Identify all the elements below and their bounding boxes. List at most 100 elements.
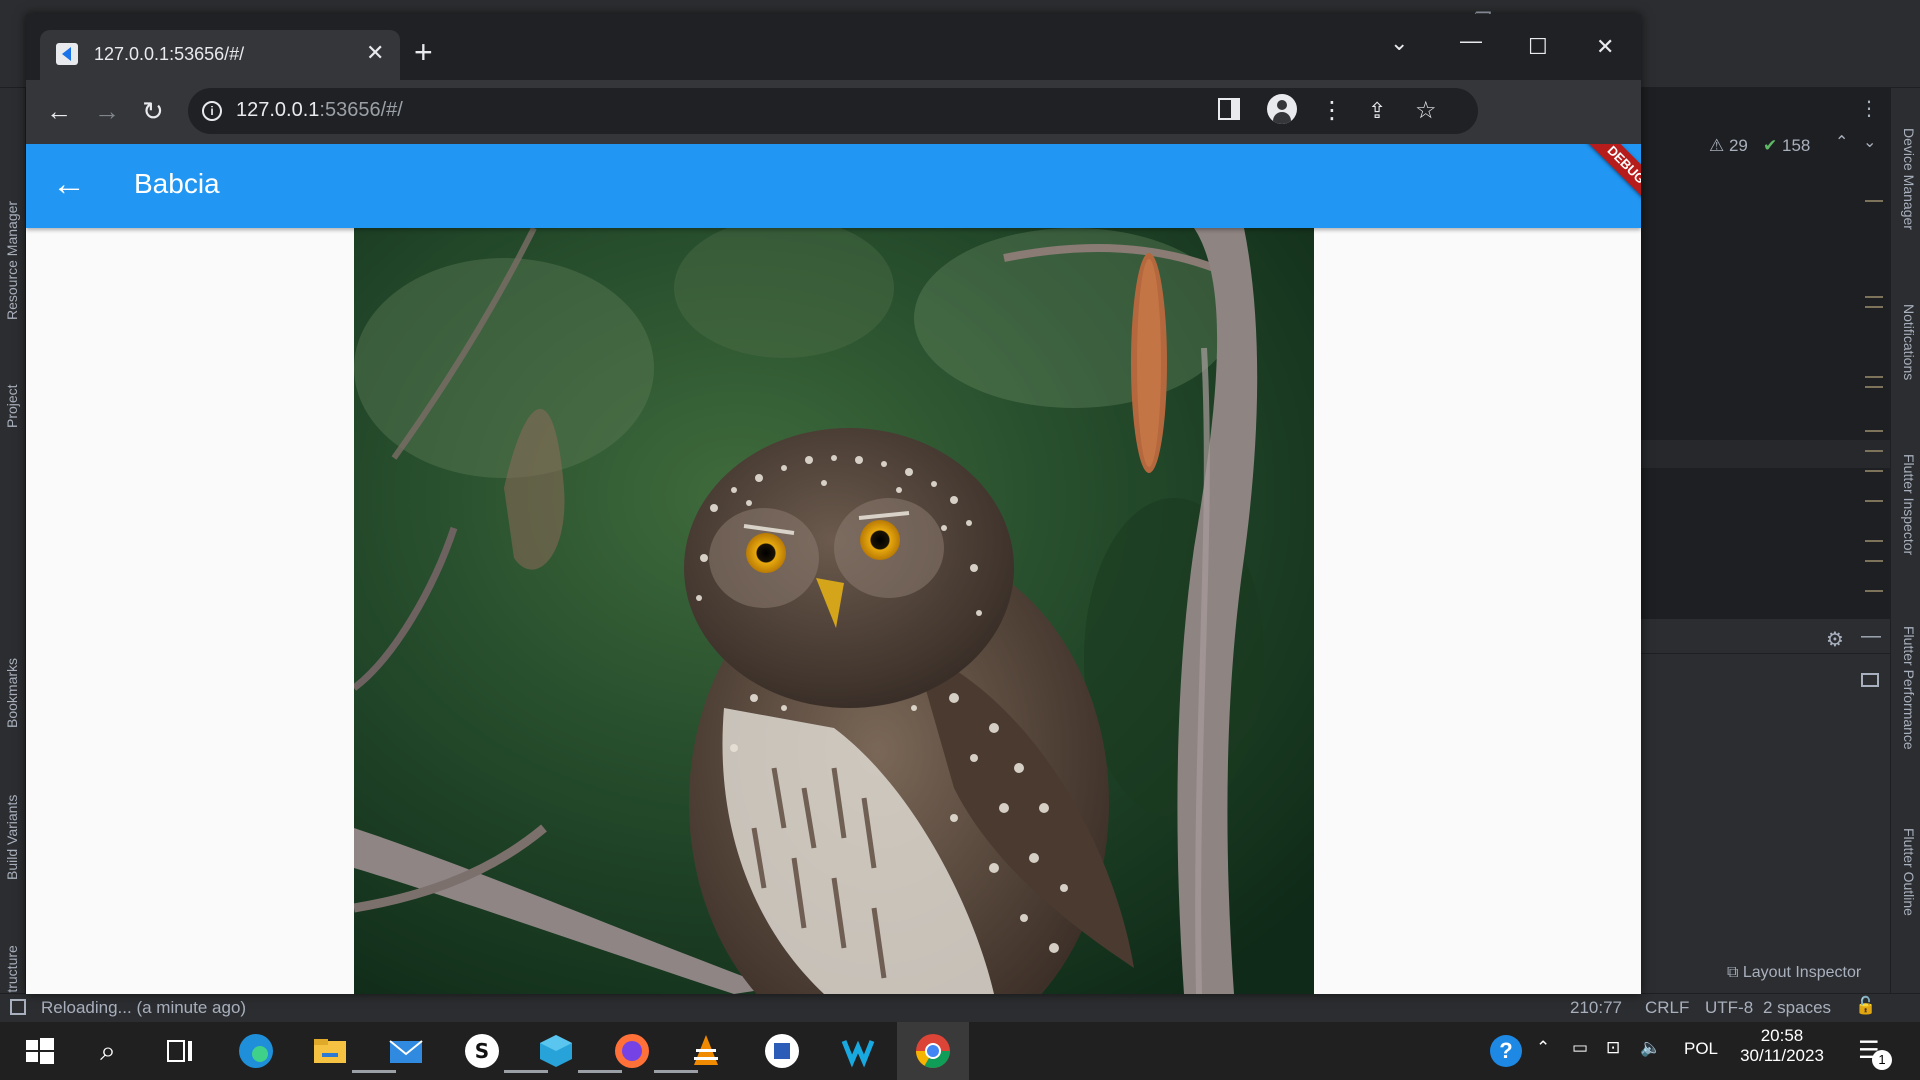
browser-tab[interactable]: 127.0.0.1:53656/#/ ✕	[40, 30, 400, 80]
layout-icon[interactable]	[1861, 673, 1879, 687]
page-title: Babcia	[134, 168, 220, 199]
clock[interactable]: 20:58 30/11/2023	[1734, 1026, 1830, 1066]
windows-taskbar: ⌕ S ? ⌃ ▭ ⊡ 🔈 POL 20:58 30/11/2023 ☰ 1	[0, 1022, 1920, 1080]
bookmark-star-icon[interactable]: ☆	[1415, 96, 1437, 125]
gutter-mark	[1865, 470, 1883, 472]
browser-toolbar: ← → ↻ i 127.0.0.1:53656/#/ ⇪ ☆ ⋮	[26, 80, 1641, 144]
back-icon[interactable]: ←	[46, 96, 72, 126]
tool-flutter-performance[interactable]: Flutter Performance	[1901, 626, 1917, 750]
share-icon[interactable]: ⇪	[1368, 98, 1386, 124]
profile-avatar-icon[interactable]	[1267, 94, 1297, 124]
gutter-mark	[1865, 450, 1883, 452]
url-path: :53656/#/	[319, 99, 403, 121]
clock-date: 30/11/2023	[1740, 1046, 1824, 1065]
language-indicator[interactable]: POL	[1684, 1039, 1718, 1059]
tool-build-variants[interactable]: Build Variants	[4, 795, 20, 880]
browser-window: 127.0.0.1:53656/#/ ✕ + ⌄ — ☐ ✕ ← → ↻ i 1…	[26, 14, 1641, 994]
task-view-icon[interactable]	[158, 1029, 202, 1073]
tool-resource-manager[interactable]: Resource Manager	[4, 201, 20, 320]
battery-icon[interactable]: ▭	[1572, 1038, 1588, 1058]
tool-device-manager[interactable]: Device Manager	[1901, 128, 1917, 230]
ide-right-tool-strip: Device Manager Notifications Flutter Ins…	[1890, 88, 1920, 993]
tool-project[interactable]: Project	[4, 384, 20, 428]
ide-bottom-panel: ⚙ — ⧉ Layout Inspector	[1641, 618, 1890, 993]
warnings-count: 29	[1728, 136, 1748, 155]
panel-toggle-icon[interactable]	[10, 999, 26, 1015]
layout-inspector-icon: ⧉	[1727, 964, 1743, 981]
ide-status-bar: Reloading... (a minute ago) 210:77 CRLF …	[0, 993, 1920, 1022]
box-app-icon[interactable]	[534, 1029, 622, 1073]
chevron-up-icon[interactable]: ⌃	[1835, 132, 1848, 152]
word-app-icon[interactable]	[760, 1029, 804, 1073]
chevron-up-icon[interactable]: ⌃	[1536, 1038, 1550, 1058]
search-icon[interactable]: ⌕	[86, 1029, 130, 1073]
gutter-mark	[1865, 376, 1883, 378]
mail-icon[interactable]	[384, 1029, 428, 1073]
tab-bar: 127.0.0.1:53656/#/ ✕ + ⌄ — ☐ ✕	[26, 14, 1641, 80]
checks-count: 158	[1781, 136, 1811, 155]
line-ending[interactable]: CRLF	[1645, 998, 1689, 1018]
owl-image	[354, 228, 1314, 994]
warnings-indicator[interactable]: ⚠ 29	[1709, 136, 1748, 156]
lock-icon[interactable]: 🔓	[1855, 996, 1876, 1016]
checks-indicator[interactable]: ✔ 158	[1763, 136, 1810, 156]
chrome-icon[interactable]	[911, 1029, 955, 1073]
volume-icon[interactable]: 🔈	[1640, 1038, 1661, 1058]
gutter-mark	[1865, 560, 1883, 562]
layout-inspector-label: Layout Inspector	[1742, 964, 1862, 981]
close-window-icon[interactable]: ✕	[1596, 34, 1614, 60]
minimize-panel-icon[interactable]: —	[1861, 625, 1881, 648]
check-icon: ✔	[1763, 136, 1778, 155]
start-button[interactable]	[18, 1029, 62, 1073]
gutter-mark	[1865, 306, 1883, 308]
file-encoding[interactable]: UTF-8	[1705, 998, 1753, 1018]
svg-text:S: S	[475, 1039, 489, 1063]
url-text[interactable]: 127.0.0.1:53656/#/	[236, 99, 403, 122]
menu-icon[interactable]: ⋮	[1320, 96, 1344, 126]
site-info-icon[interactable]: i	[202, 101, 222, 121]
gutter-mark	[1865, 590, 1883, 592]
back-arrow-icon[interactable]: ←	[52, 166, 86, 202]
edge-icon[interactable]	[234, 1029, 278, 1073]
tab-search-icon[interactable]: ⌄	[1390, 30, 1408, 56]
url-host: 127.0.0.1	[236, 99, 320, 121]
network-icon[interactable]: ⊡	[1606, 1038, 1620, 1058]
k-app-icon[interactable]	[836, 1029, 880, 1073]
status-message: Reloading... (a minute ago)	[41, 998, 247, 1017]
caret-position[interactable]: 210:77	[1570, 998, 1622, 1018]
ide-editor-area: ⚠ 29 ✔ 158 ⌃ ⌄ ⋮	[1641, 88, 1890, 618]
flutter-favicon-icon	[56, 43, 78, 65]
owl-eye-right	[860, 520, 900, 560]
layout-inspector-button[interactable]: ⧉ Layout Inspector	[1727, 964, 1861, 982]
vlc-icon[interactable]	[684, 1029, 728, 1073]
minimize-icon[interactable]: —	[1460, 28, 1482, 54]
flutter-app-viewport: ← Babcia DEBUG	[26, 144, 1641, 994]
current-line-highlight	[1641, 440, 1890, 468]
tab-title: 127.0.0.1:53656/#/	[94, 44, 245, 64]
clock-time: 20:58	[1760, 1026, 1804, 1045]
indent-setting[interactable]: 2 spaces	[1763, 998, 1831, 1018]
tool-notifications[interactable]: Notifications	[1901, 304, 1917, 380]
notification-count-badge: 1	[1872, 1050, 1892, 1070]
app-s-icon[interactable]: S	[460, 1029, 548, 1073]
tool-flutter-outline[interactable]: Flutter Outline	[1901, 828, 1917, 916]
gutter-mark	[1865, 296, 1883, 298]
ide-left-tool-strip: Resource Manager Project Bookmarks Build…	[0, 88, 26, 1002]
tool-flutter-inspector[interactable]: Flutter Inspector	[1901, 454, 1917, 555]
close-tab-icon[interactable]: ✕	[366, 40, 384, 66]
reload-icon[interactable]: ↻	[142, 96, 164, 126]
owl-eye-left	[746, 533, 786, 573]
maximize-icon[interactable]: ☐	[1528, 34, 1548, 60]
gutter-mark	[1865, 386, 1883, 388]
side-panel-icon[interactable]	[1218, 98, 1240, 120]
desktop: — ❐ ✕ ⌕ Resource Manager Project Bookmar…	[0, 0, 1920, 1080]
file-explorer-icon[interactable]	[308, 1029, 396, 1073]
more-icon[interactable]: ⋮	[1859, 96, 1879, 121]
chevron-down-icon[interactable]: ⌄	[1863, 132, 1876, 152]
forward-icon[interactable]: →	[94, 96, 120, 126]
help-icon[interactable]: ?	[1490, 1035, 1522, 1067]
gear-icon[interactable]: ⚙	[1826, 627, 1844, 652]
new-tab-icon[interactable]: +	[414, 36, 433, 68]
tool-bookmarks[interactable]: Bookmarks	[4, 658, 20, 728]
firefox-icon[interactable]	[610, 1029, 698, 1073]
